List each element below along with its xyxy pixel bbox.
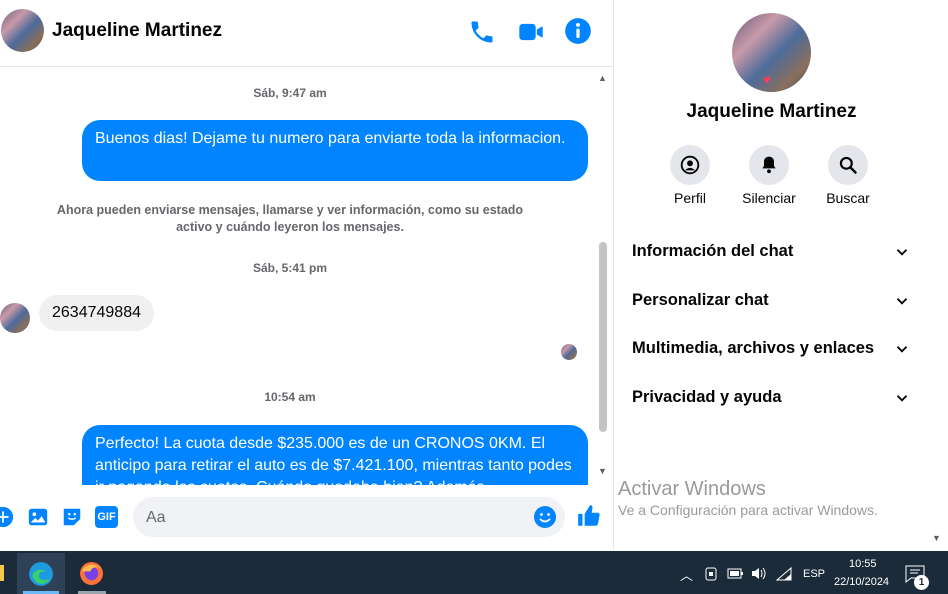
taskbar-edge-button[interactable] (17, 553, 65, 594)
contact-name[interactable]: Jaqueline Martinez (52, 20, 222, 42)
emoji-icon[interactable] (533, 505, 557, 529)
scroll-down-arrow[interactable]: ▼ (932, 533, 941, 543)
search-icon (839, 156, 857, 174)
plus-icon[interactable] (0, 506, 14, 528)
section-media-files-links[interactable]: Multimedia, archivos y enlaces (632, 339, 874, 358)
scroll-up-arrow[interactable]: ▲ (598, 73, 607, 83)
profile-label: Perfil (674, 190, 706, 206)
photo-icon[interactable] (27, 506, 49, 528)
message-input[interactable] (133, 497, 565, 537)
timestamp: Sáb, 5:41 pm (252, 261, 328, 275)
sticker-icon[interactable] (61, 506, 83, 528)
incoming-message[interactable]: 2634749884 (39, 295, 154, 331)
profile-button[interactable] (670, 145, 710, 185)
timestamp: 10:54 am (264, 390, 316, 404)
outgoing-message[interactable]: Buenos dias! Dejame tu numero para envia… (82, 120, 588, 181)
contact-avatar[interactable] (1, 9, 44, 52)
search-button[interactable] (828, 145, 868, 185)
gif-button[interactable]: GIF (95, 506, 118, 528)
battery-icon[interactable] (727, 568, 743, 579)
edge-icon (29, 562, 53, 586)
chevron-down-icon[interactable] (893, 340, 911, 358)
mute-button[interactable] (749, 145, 789, 185)
info-icon[interactable] (564, 17, 592, 45)
profile-icon (680, 155, 700, 175)
message-list[interactable]: Sáb, 9:47 am Buenos dias! Dejame tu nume… (0, 67, 613, 485)
video-call-icon[interactable] (517, 18, 545, 46)
outgoing-message[interactable]: Perfecto! La cuota desde $235.000 es de … (82, 425, 588, 485)
chevron-down-icon[interactable] (893, 243, 911, 261)
language-indicator[interactable]: ESP (803, 568, 825, 580)
scrollbar-thumb[interactable] (599, 242, 607, 432)
chevron-down-icon[interactable] (893, 389, 911, 407)
phone-icon[interactable] (468, 18, 496, 46)
profile-photo[interactable] (732, 13, 811, 92)
scroll-down-arrow[interactable]: ▼ (598, 466, 607, 476)
mute-label: Silenciar (742, 190, 796, 206)
heart-icon: ♥ (763, 72, 771, 87)
clock-time[interactable]: 10:55 (849, 558, 877, 570)
usb-device-icon[interactable] (704, 566, 718, 582)
message-input-placeholder: Aa (146, 509, 166, 526)
section-privacy-help[interactable]: Privacidad y ayuda (632, 388, 782, 407)
section-customize-chat[interactable]: Personalizar chat (632, 291, 769, 310)
timestamp: Sáb, 9:47 am (253, 86, 327, 100)
clock-date[interactable]: 22/10/2024 (834, 576, 889, 588)
wifi-icon[interactable] (776, 566, 792, 582)
activation-watermark-text: Ve a Configuración para activar Windows. (618, 502, 878, 518)
like-icon[interactable] (576, 503, 602, 529)
side-contact-name: Jaqueline Martinez (686, 101, 857, 122)
volume-icon[interactable] (750, 566, 768, 581)
contact-avatar-small[interactable] (0, 303, 30, 333)
firefox-icon (80, 562, 103, 585)
system-message: Ahora pueden enviarse mensajes, llamarse… (56, 203, 524, 234)
search-label: Buscar (826, 190, 870, 206)
notification-count-badge: 1 (914, 575, 929, 590)
chevron-down-icon[interactable] (893, 292, 911, 310)
file-explorer-icon[interactable] (0, 565, 4, 581)
bell-icon (762, 156, 776, 174)
read-receipt-avatar (561, 344, 577, 360)
chevron-up-icon[interactable]: ︿ (680, 565, 693, 584)
section-chat-info[interactable]: Información del chat (632, 242, 793, 261)
activation-watermark-title: Activar Windows (618, 478, 766, 500)
taskbar-firefox-button[interactable] (70, 553, 114, 594)
